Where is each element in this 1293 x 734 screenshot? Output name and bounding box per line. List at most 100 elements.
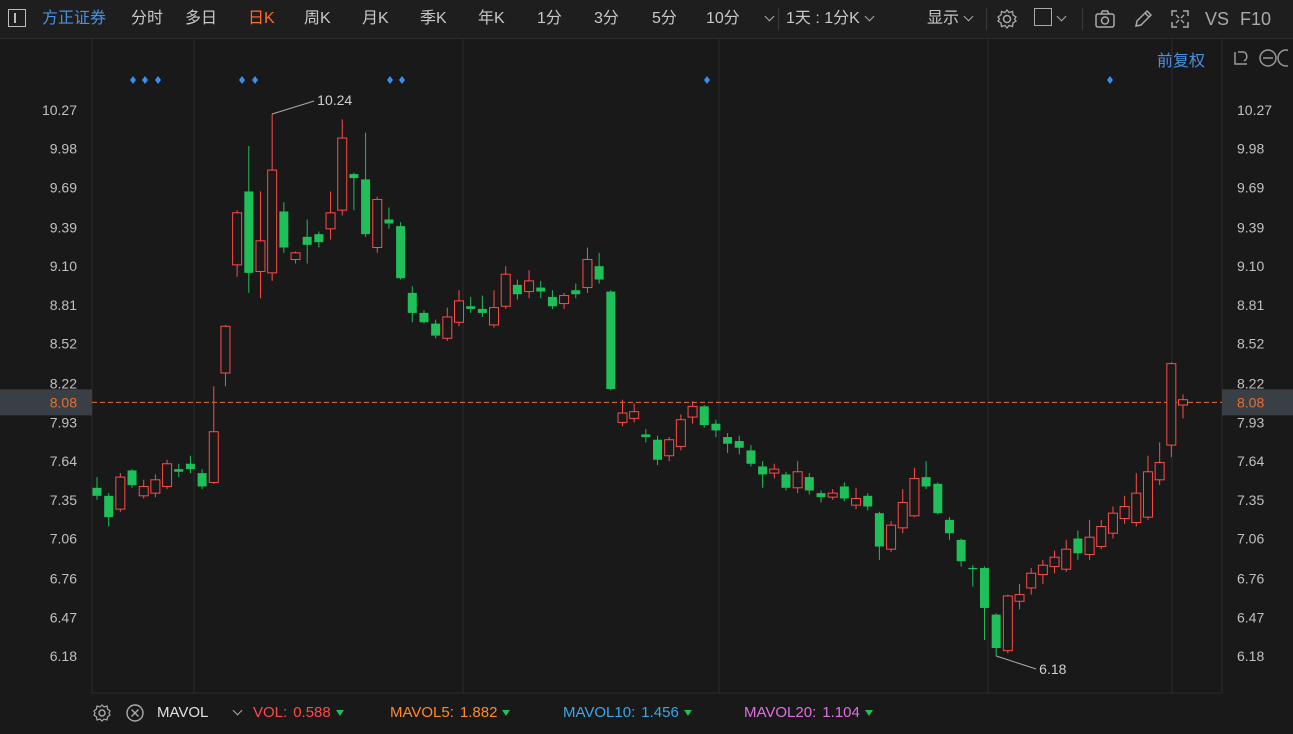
indicator-item[interactable]: VOL: 0.588 xyxy=(253,694,344,732)
candle[interactable] xyxy=(687,401,698,424)
event-marker-icon[interactable] xyxy=(252,76,258,84)
candle[interactable] xyxy=(302,219,312,264)
fullscreen-icon[interactable] xyxy=(1169,8,1191,30)
more-periods-dropdown[interactable] xyxy=(760,0,775,38)
candle[interactable] xyxy=(769,463,780,479)
candle[interactable] xyxy=(1084,519,1095,560)
candle[interactable] xyxy=(244,146,254,293)
candle[interactable] xyxy=(396,222,406,280)
tab-period-9[interactable]: 5分 xyxy=(652,0,677,38)
layout-dropdown[interactable] xyxy=(1034,0,1067,38)
menu-icon[interactable] xyxy=(8,9,26,27)
candle[interactable] xyxy=(933,482,943,515)
candle[interactable] xyxy=(442,307,453,341)
indicator-item[interactable]: MAVOL5: 1.882 xyxy=(390,694,511,732)
candle[interactable] xyxy=(1131,473,1142,527)
candle[interactable] xyxy=(699,405,709,428)
candle[interactable] xyxy=(571,283,581,299)
event-marker-icon[interactable] xyxy=(130,76,136,84)
event-marker-icon[interactable] xyxy=(1107,76,1113,84)
event-marker-icon[interactable] xyxy=(387,76,393,84)
event-marker-icon[interactable] xyxy=(155,76,161,84)
candle[interactable] xyxy=(792,461,803,494)
candle[interactable] xyxy=(92,477,102,500)
candle[interactable] xyxy=(1026,567,1037,595)
candle[interactable] xyxy=(419,310,429,324)
candle[interactable] xyxy=(524,270,535,299)
candle[interactable] xyxy=(1014,583,1025,610)
candle[interactable] xyxy=(466,296,476,313)
candle[interactable] xyxy=(746,445,756,467)
indicator-dropdown[interactable] xyxy=(228,694,243,732)
indicator-settings-icon[interactable] xyxy=(92,703,112,723)
vs-button[interactable]: VS xyxy=(1205,0,1229,38)
candle[interactable] xyxy=(325,191,336,240)
pencil-icon[interactable] xyxy=(1132,8,1154,30)
candle[interactable] xyxy=(489,290,500,328)
f10-button[interactable]: F10 xyxy=(1240,0,1271,38)
candle[interactable] xyxy=(1002,594,1013,654)
candle[interactable] xyxy=(1166,362,1177,458)
tab-period-0[interactable]: 分时 xyxy=(131,0,163,38)
candlestick-chart[interactable]: 10.27 10.27 9.98 9.98 9.69 9.69 9.39 9.39 9.10 9.… xyxy=(0,38,1293,694)
tab-period-2[interactable]: 日K xyxy=(248,0,275,38)
candle[interactable] xyxy=(1107,506,1118,539)
candle[interactable] xyxy=(220,324,231,387)
candle[interactable] xyxy=(664,437,675,462)
candle[interactable] xyxy=(559,292,570,309)
candle[interactable] xyxy=(956,538,966,567)
candle[interactable] xyxy=(886,521,897,552)
candle[interactable] xyxy=(431,319,441,339)
event-marker-icon[interactable] xyxy=(142,76,148,84)
candle[interactable] xyxy=(477,295,487,317)
candle[interactable] xyxy=(723,433,733,454)
tab-period-7[interactable]: 1分 xyxy=(537,0,562,38)
candle[interactable] xyxy=(675,414,686,451)
candle[interactable] xyxy=(536,280,546,299)
candle[interactable] xyxy=(279,202,289,253)
candle[interactable] xyxy=(781,471,791,491)
candle[interactable] xyxy=(874,511,884,560)
candle[interactable] xyxy=(314,231,324,248)
event-marker-icon[interactable] xyxy=(399,76,405,84)
tab-period-6[interactable]: 年K xyxy=(478,0,505,38)
candle[interactable] xyxy=(909,467,920,518)
candle[interactable] xyxy=(1049,550,1060,574)
candle[interactable] xyxy=(641,429,651,443)
candle[interactable] xyxy=(839,482,849,502)
candle[interactable] xyxy=(968,565,978,587)
candle[interactable] xyxy=(1154,442,1165,486)
event-marker-icon[interactable] xyxy=(239,76,245,84)
candle[interactable] xyxy=(827,489,838,500)
candle[interactable] xyxy=(232,210,243,277)
indicator-item[interactable]: MAVOL20: 1.104 xyxy=(744,694,873,732)
candle[interactable] xyxy=(594,252,604,284)
candle[interactable] xyxy=(1096,519,1107,550)
candle[interactable] xyxy=(1119,495,1130,524)
tab-period-1[interactable]: 多日 xyxy=(185,0,217,38)
candle[interactable] xyxy=(500,266,511,309)
candle[interactable] xyxy=(512,279,522,300)
candle[interactable] xyxy=(372,196,383,253)
candle[interactable] xyxy=(138,479,149,499)
candle[interactable] xyxy=(582,247,593,293)
candle[interactable] xyxy=(361,132,371,237)
display-dropdown[interactable]: 显示 xyxy=(927,0,974,38)
candle[interactable] xyxy=(851,487,862,510)
candle[interactable] xyxy=(804,473,814,495)
candle[interactable] xyxy=(1073,530,1083,560)
event-marker-icon[interactable] xyxy=(704,76,710,84)
candle[interactable] xyxy=(944,517,954,540)
candle[interactable] xyxy=(337,119,348,216)
candle[interactable] xyxy=(384,207,394,229)
candle[interactable] xyxy=(1142,455,1153,520)
candle[interactable] xyxy=(349,172,359,211)
candle[interactable] xyxy=(115,473,126,512)
tab-period-8[interactable]: 3分 xyxy=(594,0,619,38)
settings-icon[interactable] xyxy=(996,8,1018,30)
interval-selector[interactable]: 1天 : 1分K xyxy=(786,0,875,38)
candle[interactable] xyxy=(897,489,908,534)
candle[interactable] xyxy=(150,474,161,498)
candle[interactable] xyxy=(617,399,628,427)
tab-period-5[interactable]: 季K xyxy=(420,0,447,38)
